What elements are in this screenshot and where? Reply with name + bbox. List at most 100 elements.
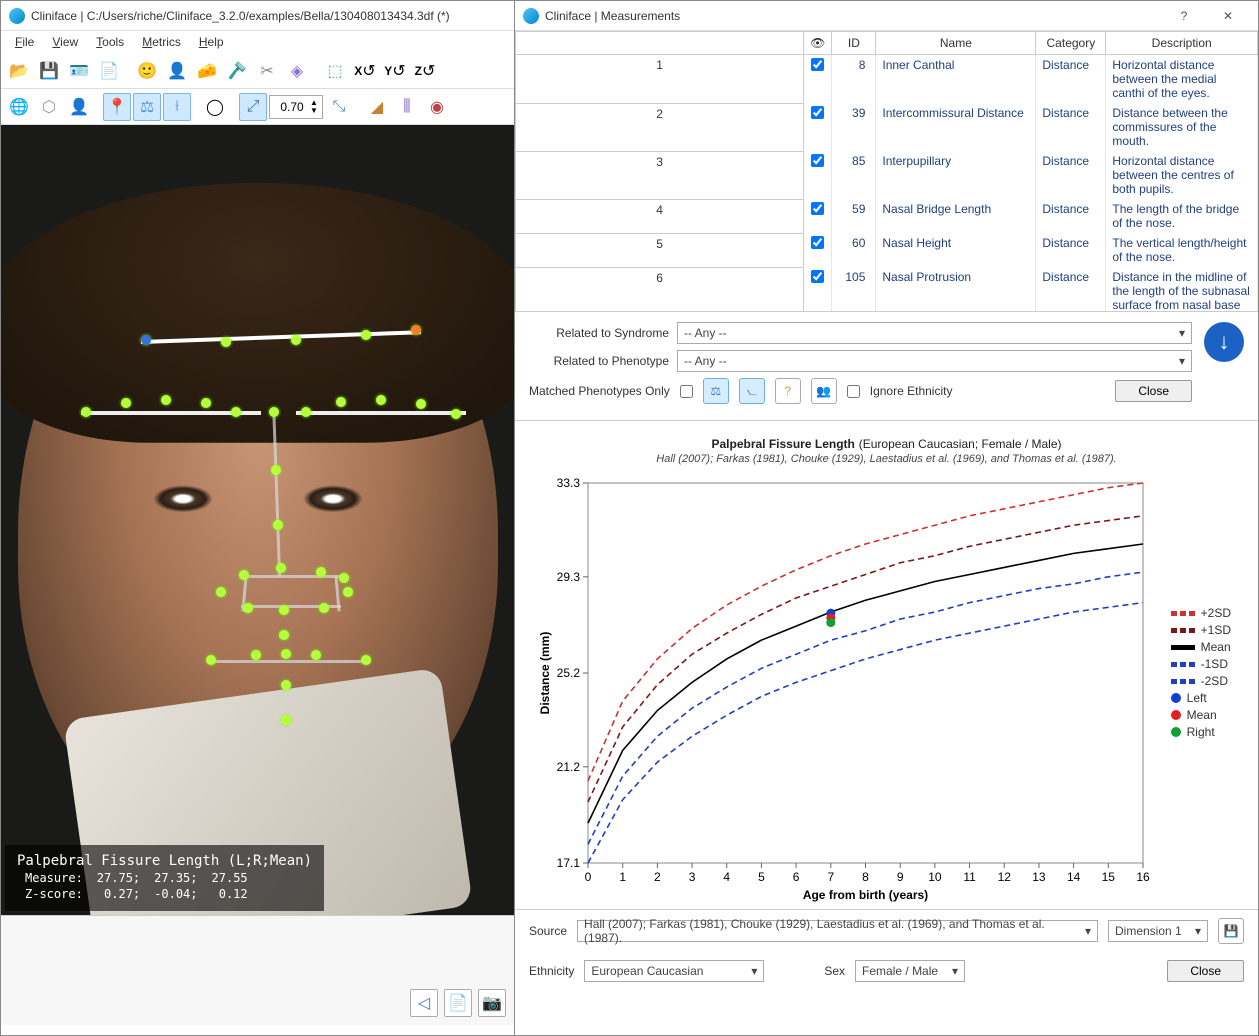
face-side-icon[interactable]: 👤 [163, 57, 191, 85]
svg-text:29.3: 29.3 [557, 570, 581, 584]
menu-file[interactable]: File [7, 33, 42, 51]
chart-plot[interactable]: 01234567891011121314151617.121.225.229.3… [533, 473, 1233, 903]
resize-icon[interactable]: ⤡ [325, 93, 353, 121]
prev-icon[interactable]: ◁ [410, 989, 438, 1017]
chart-legend: +2SD+1SDMean-1SD-2SDLeftMeanRight [1171, 603, 1231, 742]
gauge-icon[interactable]: ◉ [423, 93, 451, 121]
source-label: Source [529, 924, 567, 938]
svg-text:3: 3 [689, 870, 696, 884]
face-front-icon[interactable]: 🙂 [133, 57, 161, 85]
razor-icon[interactable]: 🪒 [223, 57, 251, 85]
axis-y-icon[interactable]: Y↺ [381, 57, 409, 85]
ignore-label: Ignore Ethnicity [870, 384, 953, 398]
frame-icon[interactable]: ⬚ [321, 57, 349, 85]
hud-overlay: Palpebral Fissure Length (L;R;Mean) Meas… [5, 845, 324, 911]
svg-text:10: 10 [928, 870, 942, 884]
scalpel-icon[interactable]: ✂ [253, 57, 281, 85]
svg-text:11: 11 [963, 870, 976, 884]
chevron-down-icon: ▾ [952, 964, 958, 978]
ethnicity-select[interactable]: European Caucasian▾ [584, 960, 764, 982]
measurements-window: Cliniface | Measurements ? ✕ 👁IDNameCate… [514, 0, 1259, 1036]
menu-metrics[interactable]: Metrics [134, 33, 189, 51]
phenotype-select[interactable]: -- Any --▾ [677, 350, 1192, 372]
card-icon[interactable]: 🪪 [65, 57, 93, 85]
phenotype-label: Related to Phenotype [529, 354, 669, 368]
hud-title: Palpebral Fissure Length (L;R;Mean) [17, 853, 312, 869]
cheese-icon[interactable]: 🧀 [193, 57, 221, 85]
syndrome-select[interactable]: -- Any --▾ [677, 322, 1192, 344]
table-row[interactable]: 459Nasal Bridge LengthDistanceThe length… [516, 199, 1258, 233]
meas-titlebar[interactable]: Cliniface | Measurements ? ✕ [515, 1, 1258, 31]
save-icon[interactable]: 💾 [35, 57, 63, 85]
svg-text:Distance (mm): Distance (mm) [538, 632, 552, 715]
pdf-icon[interactable]: 📄 [95, 57, 123, 85]
main-titlebar[interactable]: Cliniface | C:/Users/riche/Cliniface_3.2… [1, 1, 514, 31]
svg-text:15: 15 [1102, 870, 1116, 884]
bottom-close-button[interactable]: Close [1167, 960, 1244, 982]
table-row[interactable]: 18Inner CanthalDistanceHorizontal distan… [516, 55, 1258, 104]
svg-text:4: 4 [723, 870, 730, 884]
main-title: Cliniface | C:/Users/riche/Cliniface_3.2… [31, 9, 506, 23]
svg-text:17.1: 17.1 [557, 856, 581, 870]
table-scroll[interactable]: 👁IDNameCategoryDescription18Inner Cantha… [515, 31, 1258, 311]
svg-text:7: 7 [827, 870, 834, 884]
menu-view[interactable]: View [44, 33, 86, 51]
save-chart-icon[interactable]: 💾 [1218, 918, 1244, 944]
measurements-table: 👁IDNameCategoryDescription18Inner Cantha… [515, 31, 1258, 311]
sex-label: Sex [824, 964, 845, 978]
viewport-3d[interactable]: Palpebral Fissure Length (L;R;Mean) Meas… [1, 125, 514, 915]
expand-icon[interactable]: ⤢ [239, 93, 267, 121]
people-icon[interactable]: 👥 [811, 378, 837, 404]
table-row[interactable]: 560Nasal HeightDistanceThe vertical leng… [516, 233, 1258, 267]
apply-down-icon[interactable]: ↓ [1204, 322, 1244, 362]
svg-text:Age from birth (years): Age from birth (years) [803, 888, 928, 902]
menu-help[interactable]: Help [191, 33, 232, 51]
close-icon[interactable]: ✕ [1206, 2, 1250, 30]
sex-select[interactable]: Female / Male▾ [855, 960, 965, 982]
table-row[interactable]: 239Intercommissural DistanceDistanceDist… [516, 103, 1258, 151]
filters-panel: Related to Syndrome -- Any --▾ Related t… [515, 311, 1258, 421]
scales-icon[interactable]: ⚖ [133, 93, 161, 121]
chart-source: Hall (2007); Farkas (1981), Chouke (1929… [533, 453, 1240, 465]
svg-text:5: 5 [758, 870, 765, 884]
chevron-down-icon: ▾ [1179, 354, 1185, 368]
svg-text:9: 9 [897, 870, 904, 884]
calipers-icon[interactable]: ⟊ [163, 93, 191, 121]
camera-icon[interactable]: 📷 [478, 989, 506, 1017]
gem-icon[interactable]: ◈ [283, 57, 311, 85]
bars-icon[interactable]: ⫼ [393, 93, 421, 121]
spin-value[interactable]: ▲▼ [269, 95, 323, 119]
svg-text:8: 8 [862, 870, 869, 884]
filters-close-button[interactable]: Close [1115, 380, 1192, 402]
triangle-icon[interactable]: ◢ [363, 93, 391, 121]
menu-tools[interactable]: Tools [88, 33, 132, 51]
bottom-bar-2: Ethnicity European Caucasian▾ Sex Female… [515, 952, 1258, 990]
axis-z-icon[interactable]: Z↺ [411, 57, 439, 85]
pin-icon[interactable]: 📍 [103, 93, 131, 121]
curve-filter-icon[interactable]: ⦦ [739, 378, 765, 404]
source-select[interactable]: Hall (2007); Farkas (1981), Chouke (1929… [577, 920, 1098, 942]
matched-label: Matched Phenotypes Only [529, 384, 670, 398]
axis-x-icon[interactable]: X↺ [351, 57, 379, 85]
svg-text:21.2: 21.2 [557, 760, 581, 774]
table-row[interactable]: 385InterpupillaryDistanceHorizontal dist… [516, 151, 1258, 199]
svg-text:6: 6 [793, 870, 800, 884]
mesh-icon[interactable]: ⬡ [35, 93, 63, 121]
help-icon[interactable]: ? [1162, 2, 1206, 30]
svg-text:16: 16 [1136, 870, 1150, 884]
dimension-select[interactable]: Dimension 1▾ [1108, 920, 1208, 942]
svg-text:0: 0 [585, 870, 592, 884]
add-page-icon[interactable]: 📄 [444, 989, 472, 1017]
outline-icon[interactable]: 👤 [65, 93, 93, 121]
table-row[interactable]: 6105Nasal ProtrusionDistanceDistance in … [516, 267, 1258, 311]
ignore-checkbox[interactable] [847, 385, 860, 398]
open-icon[interactable]: 📂 [5, 57, 33, 85]
ethnicity-label: Ethnicity [529, 964, 574, 978]
matched-checkbox[interactable] [680, 385, 693, 398]
scales-filter-icon[interactable]: ⚖ [703, 378, 729, 404]
warning-icon[interactable]: ? [775, 378, 801, 404]
chart-panel: Palpebral Fissure Length (European Cauca… [515, 421, 1258, 909]
globe-icon[interactable]: 🌐 [5, 93, 33, 121]
lasso-icon[interactable]: ◯ [201, 93, 229, 121]
main-window: Cliniface | C:/Users/riche/Cliniface_3.2… [0, 0, 515, 1036]
